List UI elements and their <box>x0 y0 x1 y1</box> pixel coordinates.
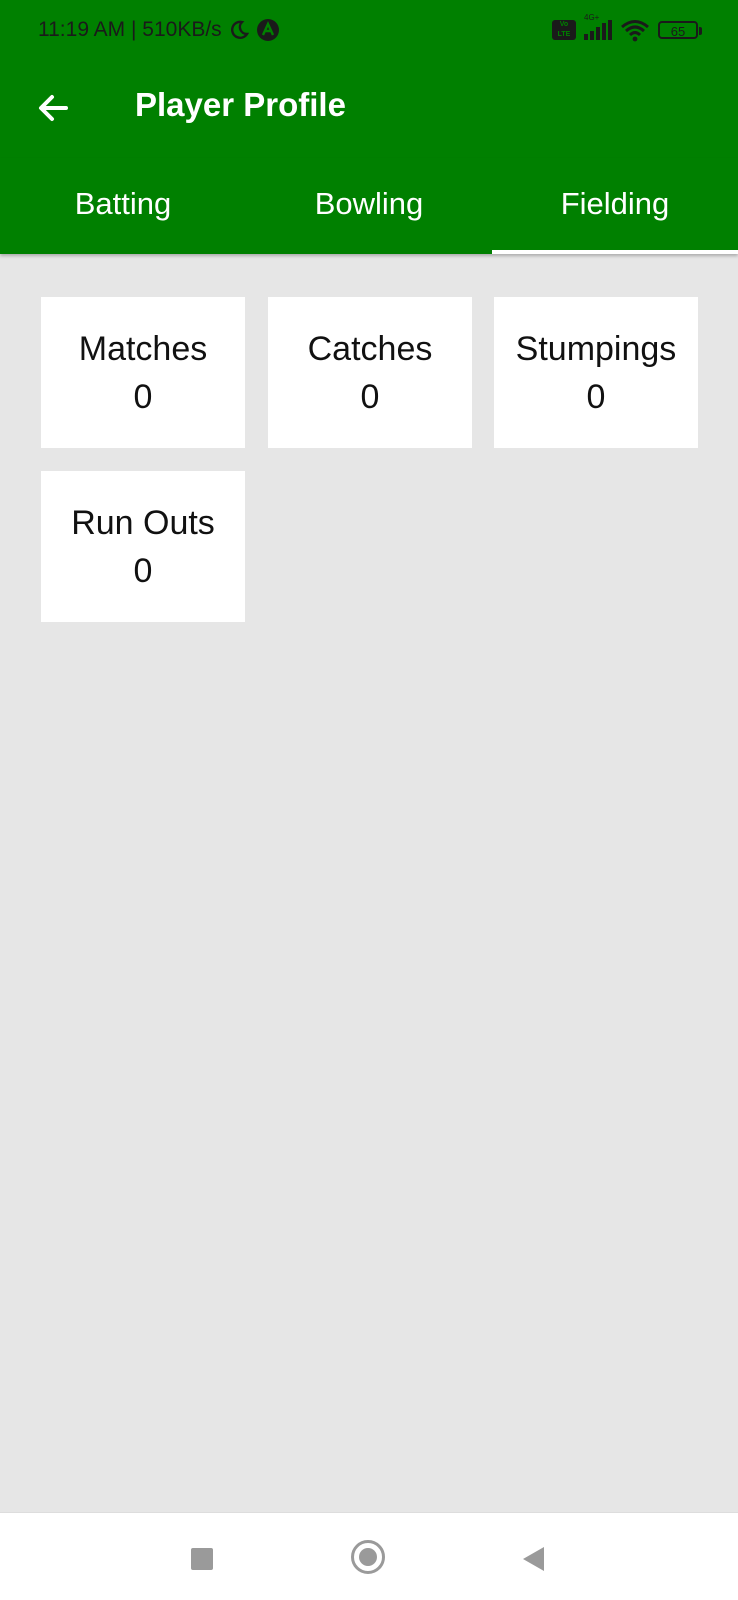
app-bar: Player Profile <box>0 66 738 158</box>
tab-label: Batting <box>74 186 172 221</box>
tab-label: Bowling <box>314 186 424 221</box>
stat-card-run-outs: Run Outs 0 <box>41 471 245 622</box>
status-right: Vo LTE 4G+ 65 <box>552 13 702 42</box>
tab-bar: Batting Bowling Fielding <box>0 158 738 254</box>
page-title: Player Profile <box>135 86 346 123</box>
stat-card-matches: Matches 0 <box>41 297 245 448</box>
home-button[interactable] <box>351 1540 385 1574</box>
stat-label: Catches <box>307 329 433 368</box>
system-nav-bar <box>0 1512 738 1600</box>
stat-value: 0 <box>133 377 153 416</box>
status-left: 11:19 AM | 510KB/s <box>38 18 280 42</box>
stat-card-catches: Catches 0 <box>268 297 472 448</box>
status-time-speed: 11:19 AM | 510KB/s <box>38 18 222 41</box>
stat-label: Stumpings <box>515 329 677 368</box>
status-bar: 11:19 AM | 510KB/s Vo LTE 4G+ 65 <box>0 0 738 66</box>
tab-batting[interactable]: Batting <box>0 158 246 254</box>
stat-value: 0 <box>586 377 606 416</box>
recents-button[interactable] <box>191 1548 213 1570</box>
stat-label: Matches <box>78 329 208 368</box>
wifi-icon <box>621 20 649 42</box>
stat-label: Run Outs <box>71 503 215 542</box>
back-arrow-icon[interactable] <box>34 88 74 128</box>
cell-signal-icon: 4G+ <box>584 13 612 40</box>
tab-bowling[interactable]: Bowling <box>246 158 492 254</box>
stat-value: 0 <box>133 551 153 590</box>
tab-label: Fielding <box>560 186 670 221</box>
battery-icon: 65 <box>658 21 702 39</box>
notification-app-icon <box>256 19 279 41</box>
system-back-button[interactable] <box>523 1547 544 1571</box>
tab-fielding[interactable]: Fielding <box>492 158 738 254</box>
active-tab-indicator <box>492 250 738 254</box>
network-type-label: 4G+ <box>584 13 600 22</box>
volte-icon: Vo LTE <box>552 20 576 40</box>
stat-card-stumpings: Stumpings 0 <box>494 297 698 448</box>
player-profile-screen: 11:19 AM | 510KB/s Vo LTE 4G+ 65 Player … <box>0 0 738 1600</box>
stat-value: 0 <box>360 377 380 416</box>
moon-icon <box>230 20 249 39</box>
